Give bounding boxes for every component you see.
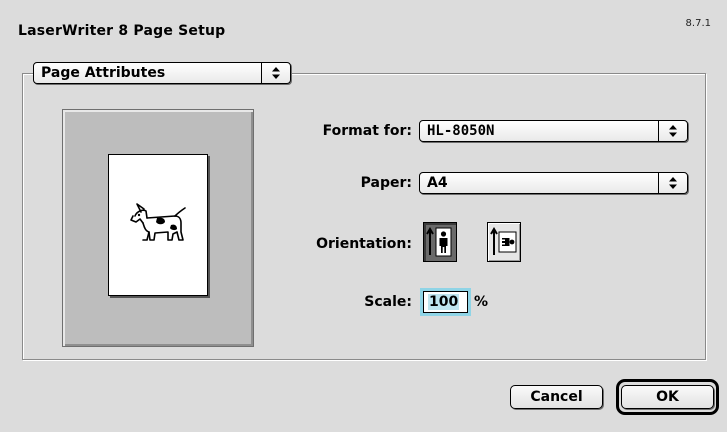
landscape-person-icon — [490, 227, 517, 255]
portrait-person-icon — [426, 227, 452, 257]
section-popup-value: Page Attributes — [41, 65, 166, 81]
updown-arrows-icon — [261, 63, 290, 83]
scale-unit: % — [474, 294, 489, 310]
paper-label: Paper: — [360, 175, 412, 191]
paper-value: A4 — [427, 175, 448, 191]
portrait-orientation-button[interactable] — [423, 222, 457, 262]
preview-paper-sheet — [108, 154, 208, 296]
paper-popup[interactable]: A4 — [419, 172, 688, 194]
format-for-value: HL-8050N — [427, 123, 495, 139]
window-title: LaserWriter 8 Page Setup — [18, 23, 226, 39]
format-for-label: Format for: — [322, 123, 412, 139]
cancel-button[interactable]: Cancel — [510, 385, 603, 409]
updown-arrows-icon — [658, 121, 687, 141]
dogcow-icon — [130, 203, 186, 241]
ok-button[interactable]: OK — [621, 385, 714, 409]
version-label: 8.7.1 — [685, 18, 711, 29]
section-popup-menu[interactable]: Page Attributes — [33, 62, 291, 84]
format-for-popup[interactable]: HL-8050N — [419, 120, 688, 142]
orientation-label: Orientation: — [316, 236, 412, 252]
scale-value: 100 — [428, 294, 460, 310]
scale-input[interactable]: 100 — [420, 288, 471, 316]
scale-label: Scale: — [364, 294, 412, 310]
landscape-orientation-button[interactable] — [487, 222, 521, 262]
updown-arrows-icon — [658, 173, 687, 193]
